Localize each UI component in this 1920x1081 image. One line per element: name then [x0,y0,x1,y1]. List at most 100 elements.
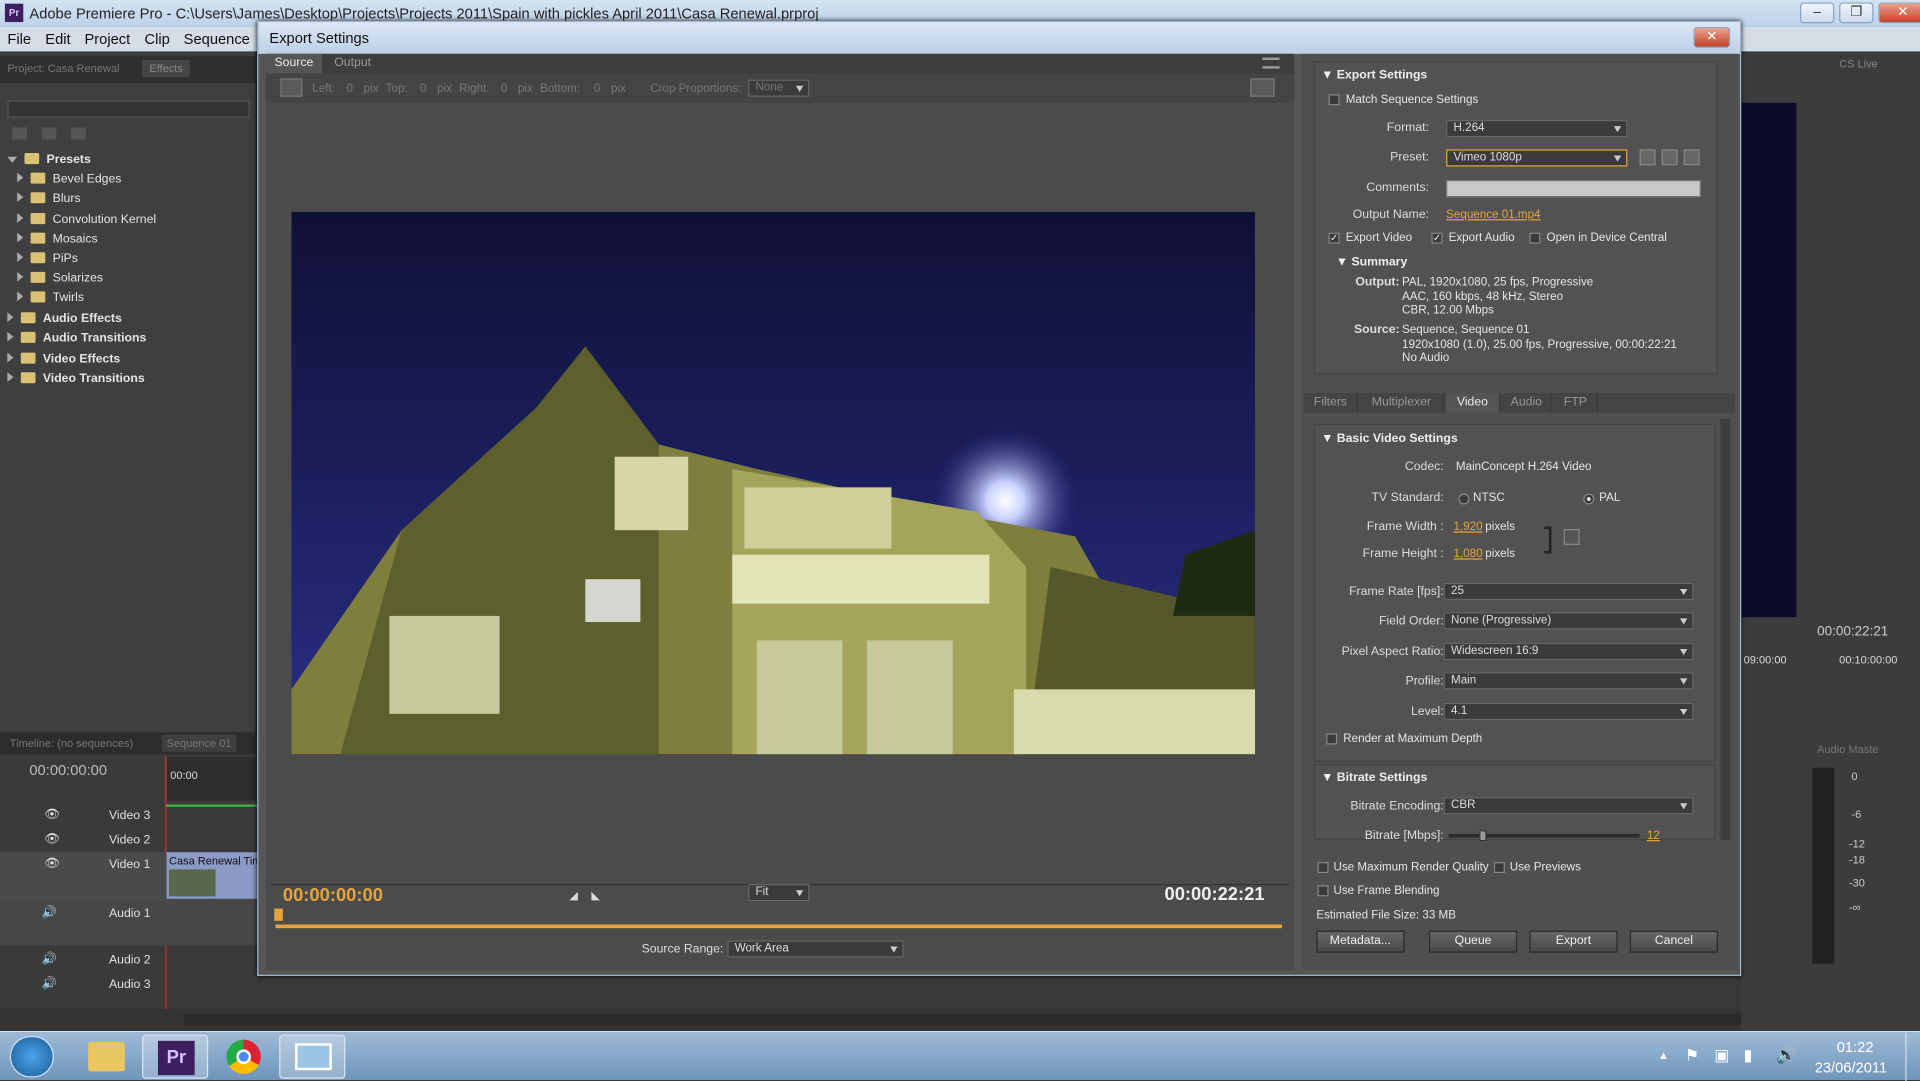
export-button[interactable]: Export [1529,930,1618,953]
menu-clip[interactable]: Clip [144,31,169,48]
start-button-icon[interactable] [9,1035,54,1078]
queue-button[interactable]: Queue [1428,930,1518,953]
crop-top-value[interactable]: 0 [420,82,426,95]
bitrate-encoding-select[interactable]: CBR [1443,797,1694,815]
tree-item-presets[interactable]: Presets [7,153,91,167]
tab-effects[interactable]: Effects [142,60,191,78]
set-out-point-icon[interactable]: ◣ [591,889,599,902]
delete-preset-icon[interactable] [1683,149,1700,166]
volume-icon[interactable]: 🔊 [1776,1044,1797,1065]
summary-header[interactable]: ▼ Summary [1336,256,1407,269]
timeline-ruler[interactable]: 00:00 [165,756,258,801]
format-select[interactable]: H.264 [1446,120,1628,138]
crop-right-value[interactable]: 0 [501,82,507,95]
yuv-icon[interactable] [71,127,86,140]
bitrate-slider[interactable] [1448,830,1640,842]
accelerated-icon[interactable] [12,127,27,140]
program-timecode[interactable]: 00:00:22:21 [1817,624,1888,639]
dialog-close-icon[interactable]: ✕ [1693,26,1731,48]
panel-menu-icon[interactable] [1262,57,1280,69]
tree-item[interactable]: Video Transitions [7,372,145,386]
crop-left-value[interactable]: 0 [347,82,353,95]
use-previews-checkbox[interactable] [1493,862,1505,874]
menu-sequence[interactable]: Sequence [184,31,250,48]
metadata-button[interactable]: Metadata... [1316,930,1405,953]
action-center-flag-icon[interactable]: ⚑ [1685,1046,1699,1066]
crop-proportions-select[interactable]: None [748,79,810,97]
tree-item[interactable]: Bevel Edges [17,172,121,186]
basic-video-header[interactable]: ▼ Basic Video Settings [1321,432,1457,445]
speaker-icon[interactable]: 🔊 [42,953,57,966]
menu-file[interactable]: File [7,31,31,48]
bitrate-slider-thumb[interactable] [1479,830,1487,842]
clock-date[interactable]: 23/06/2011 [1815,1059,1887,1076]
frame-width-value[interactable]: 1,920 [1453,520,1482,533]
close-icon[interactable]: ✕ [1878,2,1920,24]
frame-rate-select[interactable]: 25 [1443,582,1694,601]
ntsc-radio[interactable] [1458,493,1470,505]
effects-search-input[interactable] [7,100,250,118]
cancel-button[interactable]: Cancel [1629,930,1718,953]
maximize-icon[interactable]: ❐ [1839,2,1874,24]
tab-timeline[interactable]: Timeline: (no sequences) [10,737,133,749]
pixel-aspect-select[interactable]: Widescreen 16:9 [1443,642,1694,661]
minimize-icon[interactable]: – [1800,2,1835,24]
field-order-select[interactable]: None (Progressive) [1443,612,1694,630]
tree-item[interactable]: Blurs [17,192,81,206]
render-max-depth-checkbox[interactable] [1326,733,1338,745]
cs-live-label[interactable]: CS Live [1839,58,1878,70]
level-select[interactable]: 4.1 [1443,702,1694,721]
settings-scrollbar[interactable] [1720,418,1731,841]
clock-time[interactable]: 01:22 [1837,1038,1874,1055]
tab-sequence[interactable]: Sequence 01 [161,734,237,752]
32bit-icon[interactable] [41,127,57,140]
premiere-taskbar-icon[interactable]: Pr [142,1034,209,1079]
tab-audio[interactable]: Audio [1502,393,1552,413]
bitrate-value[interactable]: 12 [1647,829,1660,842]
current-timecode[interactable]: 00:00:00:00 [283,885,383,906]
eye-icon[interactable]: 👁 [44,857,60,870]
show-hidden-icons-icon[interactable]: ▲ [1658,1049,1669,1061]
track-video-2[interactable]: 👁 Video 2 [0,828,257,852]
track-audio-2[interactable]: 🔊 Audio 2 [0,948,257,972]
tab-ftp[interactable]: FTP [1554,393,1598,413]
max-render-quality-checkbox[interactable] [1317,862,1329,874]
profile-select[interactable]: Main [1443,672,1694,690]
save-preset-icon[interactable] [1639,149,1656,166]
tree-item[interactable]: Twirls [17,291,84,305]
timeline-timecode[interactable]: 00:00:00:00 [29,762,107,779]
crop-bottom-value[interactable]: 0 [594,82,600,95]
set-in-point-icon[interactable]: ◢ [569,889,577,902]
export-video-checkbox[interactable]: ✓ [1328,232,1340,244]
timeline-scrollbar[interactable] [183,1013,1776,1025]
explorer-taskbar-icon[interactable] [73,1035,139,1079]
import-preset-icon[interactable] [1661,149,1678,166]
eye-icon[interactable]: 👁 [44,833,60,846]
comments-input[interactable] [1446,180,1701,198]
tree-item[interactable]: PiPs [17,252,78,266]
frame-blending-checkbox[interactable] [1317,885,1329,897]
work-area-bar[interactable] [275,924,1283,929]
menu-project[interactable]: Project [84,31,130,48]
preset-select[interactable]: Vimeo 1080p [1446,149,1628,167]
menu-edit[interactable]: Edit [45,31,70,48]
tree-item[interactable]: Audio Transitions [7,331,146,345]
tree-item[interactable]: Solarizes [17,271,103,285]
source-range-select[interactable]: Work Area [727,940,904,958]
tab-output[interactable]: Output [324,54,380,74]
output-name-link[interactable]: Sequence 01.mp4 [1446,208,1540,221]
track-video-3[interactable]: 👁 Video 3 [0,803,257,827]
speaker-icon[interactable]: 🔊 [42,977,57,990]
pal-radio[interactable] [1583,493,1595,505]
track-audio-1[interactable]: 🔊 Audio 1 [0,901,258,946]
constrain-proportions-icon[interactable] [1563,528,1580,545]
tree-item[interactable]: Audio Effects [7,312,122,326]
export-audio-checkbox[interactable]: ✓ [1431,232,1443,244]
tab-video[interactable]: Video [1446,393,1501,413]
tab-project[interactable]: Project: Casa Renewal [7,62,119,74]
bitrate-header[interactable]: ▼ Bitrate Settings [1321,771,1427,784]
frame-height-value[interactable]: 1,080 [1453,547,1482,560]
tab-filters[interactable]: Filters [1304,393,1358,413]
export-settings-header[interactable]: ▼ Export Settings [1321,69,1427,82]
tab-source[interactable]: Source [265,53,323,74]
